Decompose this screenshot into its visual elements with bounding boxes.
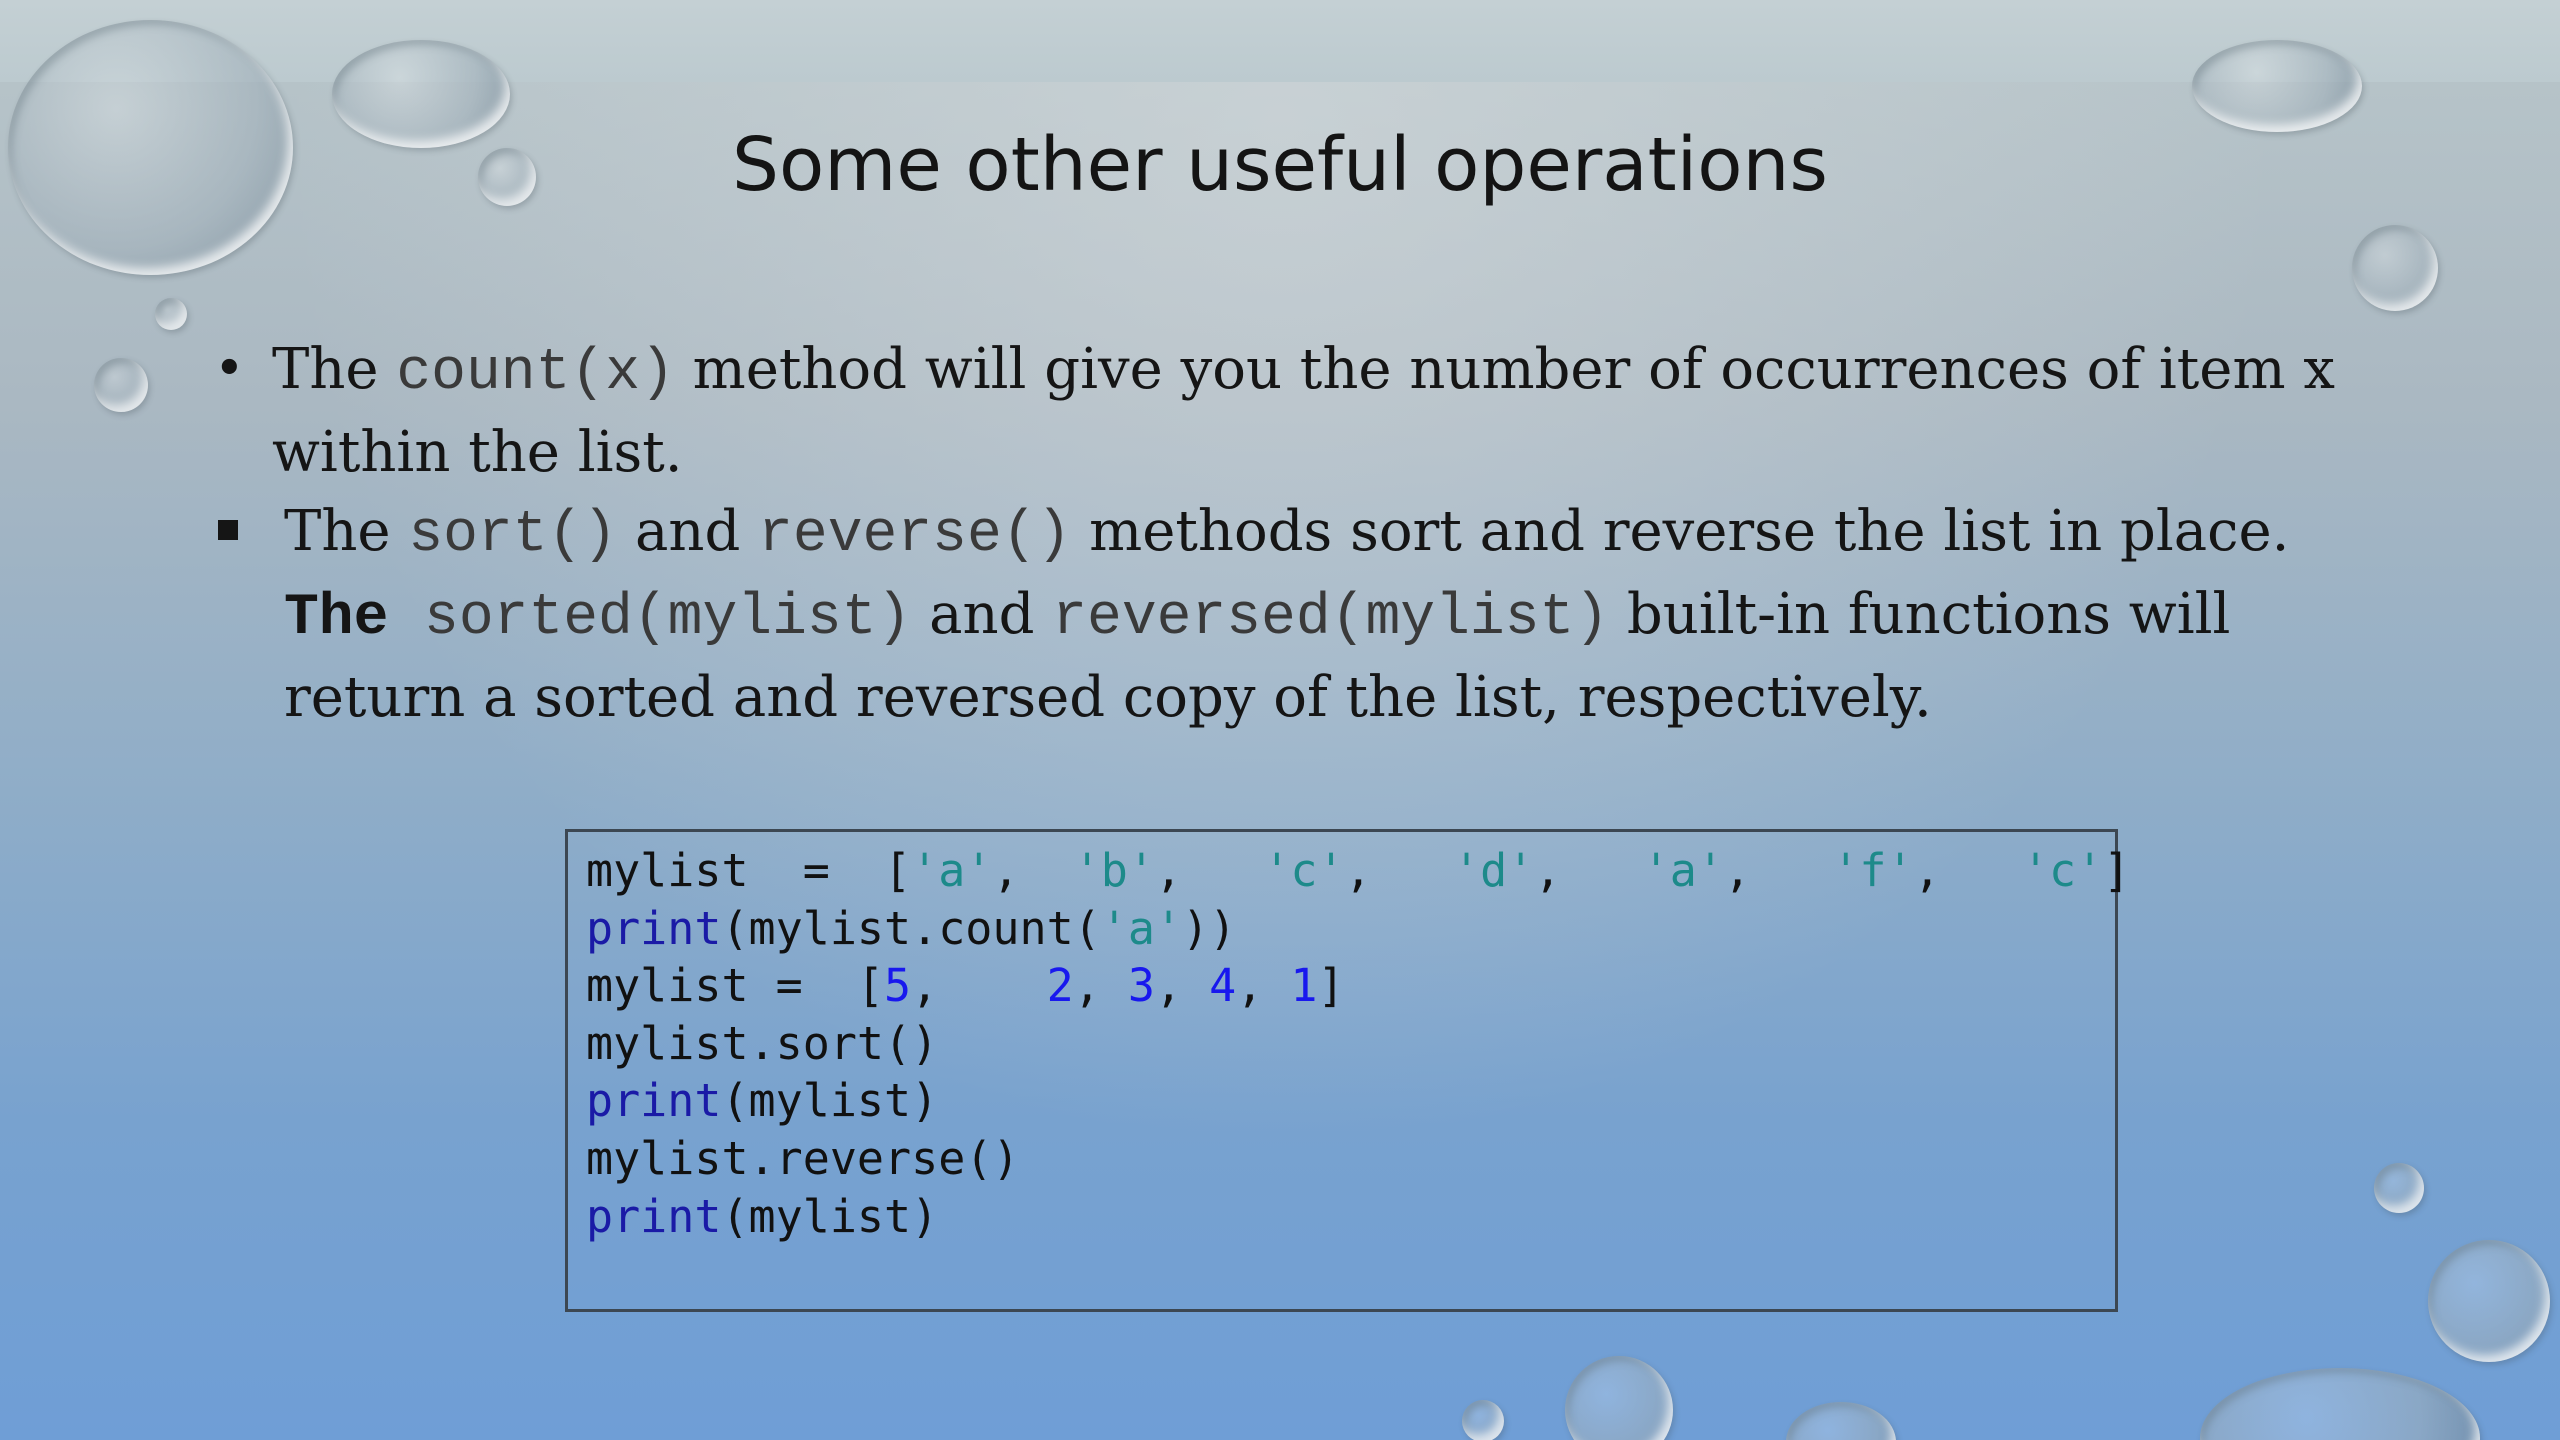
code-line: print(mylist) — [586, 1072, 2115, 1130]
code-text: , — [1913, 844, 2022, 897]
code-number: 3 — [1127, 959, 1155, 1013]
code-text: ] — [1317, 959, 1345, 1013]
code-text: , — [911, 959, 1047, 1013]
code-text: mylist = [ — [586, 844, 912, 897]
code-keyword: print — [586, 1074, 722, 1128]
code-line: mylist = [5, 2, 3, 4, 1] — [586, 957, 2115, 1015]
code-string: 'c' — [1263, 844, 1345, 897]
code-text: ] — [2103, 844, 2131, 897]
bullet-text: and — [911, 582, 1053, 647]
code-string: 'b' — [1073, 844, 1155, 897]
water-drop-icon — [2200, 1368, 2480, 1440]
water-drop-icon — [2428, 1240, 2550, 1362]
water-drop-icon — [2192, 40, 2362, 132]
bullet-text: The — [272, 337, 397, 402]
code-block: mylist = ['a', 'b', 'c', 'd', 'a', 'f', … — [565, 829, 2130, 1312]
bullet-square-icon — [218, 520, 238, 540]
code-string: 'f' — [1832, 844, 1914, 897]
inline-code: reversed(mylist) — [1052, 586, 1610, 651]
code-number: 1 — [1290, 959, 1318, 1013]
code-number: 4 — [1209, 959, 1237, 1013]
code-number: 5 — [884, 959, 912, 1013]
code-text: (mylist.count( — [721, 901, 1101, 955]
bullet-text: The — [284, 586, 389, 651]
code-string: 'd' — [1452, 844, 1535, 897]
code-text: , — [1073, 959, 1128, 1013]
code-string: 'c' — [2021, 844, 2104, 897]
code-text: , — [1154, 959, 1210, 1013]
code-line: mylist.sort() — [586, 1016, 939, 1070]
water-drop-icon — [155, 298, 187, 330]
slide-background: Some other useful operations • The count… — [0, 0, 2560, 1440]
water-drop-icon — [1565, 1356, 1673, 1440]
code-string: 'a' — [911, 844, 993, 897]
slide-title: Some other useful operations — [732, 122, 1828, 208]
water-drop-icon — [94, 358, 148, 412]
bullet-text: methods sort and reverse the list in pla… — [1071, 499, 2290, 564]
water-drop-icon — [2374, 1163, 2424, 1213]
code-line: print(mylist.count('a')) — [586, 900, 2115, 958]
code-text: (mylist) — [721, 1074, 939, 1128]
inline-code: sort() — [408, 503, 618, 568]
code-text: , — [1344, 844, 1453, 897]
code-text: )) — [1182, 901, 1237, 955]
code-number: 2 — [1046, 959, 1074, 1013]
water-drop-icon — [2352, 225, 2438, 311]
code-text: , — [1154, 844, 1264, 897]
code-keyword: print — [586, 1189, 722, 1243]
bullet-item-count: • The count(x) method will give you the … — [210, 330, 2420, 492]
bullet-dot-icon: • — [214, 339, 245, 399]
code-text: , — [1723, 844, 1833, 897]
code-line: mylist = ['a', 'b', 'c', 'd', 'a', 'f', … — [586, 842, 2130, 900]
water-drop-icon — [1786, 1402, 1896, 1440]
code-line: mylist.reverse() — [586, 1131, 1020, 1185]
code-text: , — [992, 844, 1074, 897]
inline-code: count(x) — [396, 341, 675, 406]
inline-code: reverse() — [758, 503, 1072, 568]
bullet-list: • The count(x) method will give you the … — [210, 330, 2420, 737]
water-drop-icon — [1462, 1400, 1504, 1440]
code-text: (mylist) — [721, 1189, 939, 1243]
code-text: , — [1534, 844, 1643, 897]
code-string: 'a' — [1100, 901, 1183, 955]
code-string: 'a' — [1642, 844, 1724, 897]
code-line: print(mylist) — [586, 1188, 2115, 1246]
code-text: , — [1236, 959, 1291, 1013]
bullet-text: The — [284, 499, 409, 564]
inline-code: sorted(mylist) — [424, 586, 912, 651]
code-keyword: print — [586, 901, 722, 955]
code-text: mylist = [ — [586, 959, 885, 1013]
bullet-item-sort: The sort() and reverse() methods sort an… — [210, 492, 2420, 737]
bullet-text: and — [617, 499, 759, 564]
